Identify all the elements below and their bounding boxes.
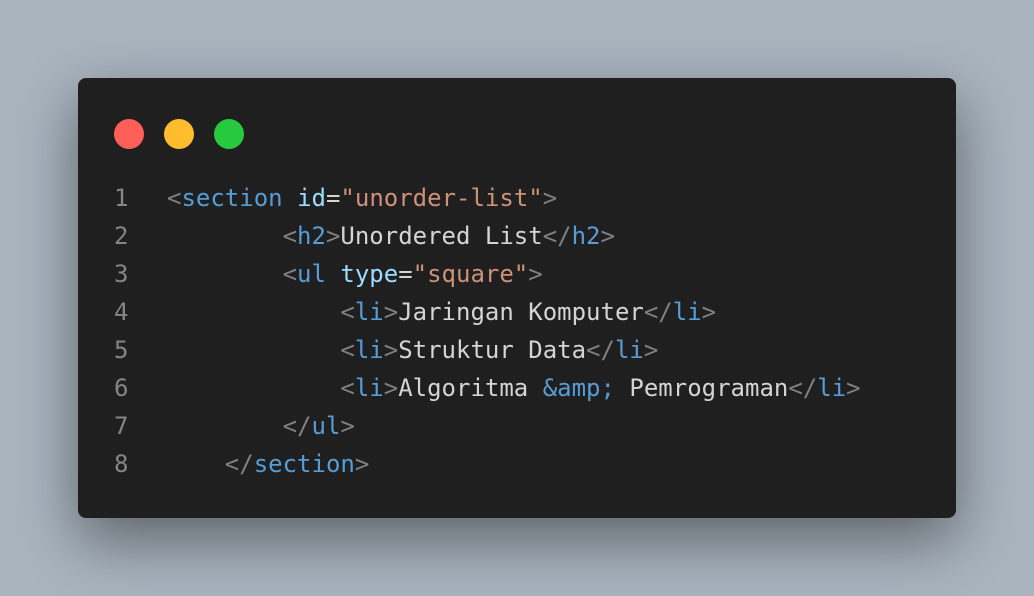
code-token-str: "unorder-list" [340, 184, 543, 212]
code-window: 1 <section id="unorder-list"> 2 <h2>Unorde… [78, 78, 956, 518]
code-token-pun: </ [224, 450, 254, 478]
code-token-tag: li [614, 336, 644, 364]
code-token-pun: </ [586, 336, 615, 364]
code-token-pun: > [643, 336, 659, 364]
code-token-tag: li [672, 298, 702, 326]
maximize-dot[interactable] [214, 119, 244, 149]
code-token-tag: h2 [297, 222, 326, 250]
code-token-pun: > [325, 222, 341, 250]
code-token-pun: > [701, 298, 717, 326]
line-number: 7 [114, 412, 129, 440]
code-line: 8 </section> [78, 445, 956, 483]
code-token-pun: > [542, 184, 558, 212]
code-line: 2 <h2>Unordered List</h2> [78, 217, 956, 255]
code-token-pun: > [846, 374, 861, 402]
code-token-pun: </ [643, 298, 673, 326]
code-token-pun: </ [542, 222, 572, 250]
code-token-pun: > [528, 260, 543, 288]
code-token-pun: > [383, 298, 399, 326]
code-token-tag: li [354, 336, 384, 364]
code-token-pun: < [340, 298, 355, 326]
code-token-eq: = [398, 260, 413, 288]
code-token-pun: > [354, 450, 370, 478]
code-token-txt: Jaringan Komputer [398, 298, 644, 326]
code-token-tag: section [181, 184, 283, 212]
code-token-pun: </ [282, 412, 312, 440]
code-token-txt: Pemrograman [614, 374, 789, 402]
code-content: </ul> [167, 407, 355, 445]
code-token-pun: </ [788, 374, 818, 402]
line-number: 6 [114, 374, 129, 402]
code-token-tag: li [354, 374, 384, 402]
line-number: 8 [114, 450, 129, 478]
line-number: 4 [114, 298, 129, 326]
code-content: <li>Jaringan Komputer</li> [167, 293, 716, 331]
code-token-txt: Struktur Data [398, 336, 587, 364]
code-token-txt: Unordered List [340, 222, 543, 250]
code-content: <h2>Unordered List</h2> [167, 217, 615, 255]
code-token-tag: li [354, 298, 384, 326]
code-line: 1 <section id="unorder-list"> [78, 179, 956, 217]
code-token-tag: ul [297, 260, 326, 288]
code-token-attr: id [297, 184, 326, 212]
code-token-attr: type [340, 260, 399, 288]
code-line: 7 </ul> [78, 407, 956, 445]
code-token-pun: < [340, 336, 355, 364]
code-token-pun: > [383, 336, 399, 364]
code-token-pun: < [282, 222, 298, 250]
minimize-dot[interactable] [164, 119, 194, 149]
code-line: 6 <li>Algoritma &amp; Pemrograman</li> [78, 369, 956, 407]
code-token-ent: &amp; [542, 374, 615, 402]
line-number: 2 [114, 222, 129, 250]
code-content: <li>Struktur Data</li> [167, 331, 658, 369]
code-content: <li>Algoritma &amp; Pemrograman</li> [167, 369, 861, 407]
code-token-pun: < [340, 374, 355, 402]
code-line: 4 <li>Jaringan Komputer</li> [78, 293, 956, 331]
line-number: 1 [114, 184, 129, 212]
code-token-pun: < [167, 184, 182, 212]
code-token-tag: h2 [571, 222, 601, 250]
code-token-pun: < [282, 260, 298, 288]
code-token-pun: > [600, 222, 615, 250]
line-number: 3 [114, 260, 129, 288]
code-token-tag: ul [311, 412, 341, 440]
code-token-pun: > [340, 412, 355, 440]
code-line: 3 <ul type="square"> [78, 255, 956, 293]
code-block: 1 <section id="unorder-list"> 2 <h2>Unorde… [78, 179, 956, 483]
code-content: <section id="unorder-list"> [167, 179, 557, 217]
code-token-tag: section [253, 450, 355, 478]
code-token-pun: > [383, 374, 399, 402]
line-number: 5 [114, 336, 129, 364]
code-content: </section> [167, 445, 370, 483]
code-token-eq: = [325, 184, 341, 212]
code-token-txt: Algoritma [398, 374, 543, 402]
code-token-str: "square" [412, 260, 529, 288]
code-token-tag: li [817, 374, 847, 402]
close-dot[interactable] [114, 119, 144, 149]
code-content: <ul type="square"> [167, 255, 543, 293]
code-line: 5 <li>Struktur Data</li> [78, 331, 956, 369]
